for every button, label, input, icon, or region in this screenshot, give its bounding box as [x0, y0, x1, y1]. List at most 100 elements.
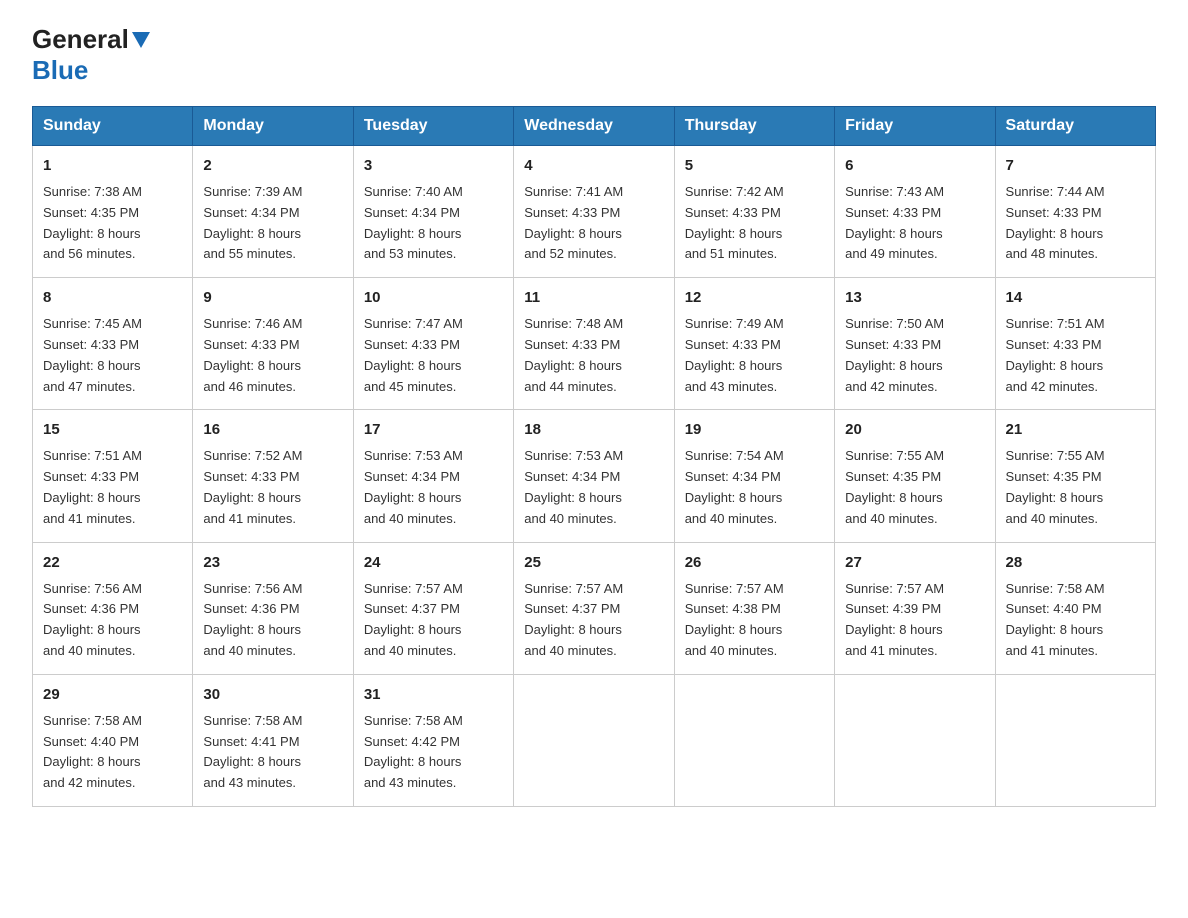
calendar-day-cell: 12 Sunrise: 7:49 AMSunset: 4:33 PMDayligh… [674, 278, 834, 410]
day-info: Sunrise: 7:53 AMSunset: 4:34 PMDaylight:… [524, 448, 623, 525]
day-number: 25 [524, 551, 663, 575]
day-info: Sunrise: 7:42 AMSunset: 4:33 PMDaylight:… [685, 184, 784, 261]
day-number: 22 [43, 551, 182, 575]
day-header-monday: Monday [193, 107, 353, 146]
day-number: 12 [685, 286, 824, 310]
calendar-day-cell: 18 Sunrise: 7:53 AMSunset: 4:34 PMDayligh… [514, 410, 674, 542]
calendar-week-row: 29 Sunrise: 7:58 AMSunset: 4:40 PMDayligh… [33, 674, 1156, 806]
calendar-day-cell: 14 Sunrise: 7:51 AMSunset: 4:33 PMDayligh… [995, 278, 1155, 410]
day-number: 13 [845, 286, 984, 310]
day-info: Sunrise: 7:58 AMSunset: 4:40 PMDaylight:… [1006, 581, 1105, 658]
calendar-day-cell: 31Sunrise: 7:58 AMSunset: 4:42 PMDayligh… [353, 674, 513, 806]
day-number: 5 [685, 154, 824, 178]
calendar-day-cell: 29 Sunrise: 7:58 AMSunset: 4:40 PMDayligh… [33, 674, 193, 806]
calendar-week-row: 22 Sunrise: 7:56 AMSunset: 4:36 PMDayligh… [33, 542, 1156, 674]
day-info: Sunrise: 7:46 AMSunset: 4:33 PMDaylight:… [203, 316, 302, 393]
day-info: Sunrise: 7:57 AMSunset: 4:39 PMDaylight:… [845, 581, 944, 658]
calendar-day-cell: 11 Sunrise: 7:48 AMSunset: 4:33 PMDayligh… [514, 278, 674, 410]
calendar-week-row: 1Sunrise: 7:38 AMSunset: 4:35 PMDaylight… [33, 146, 1156, 278]
day-number: 30 [203, 683, 342, 707]
day-info: Sunrise: 7:39 AMSunset: 4:34 PMDaylight:… [203, 184, 302, 261]
day-info: Sunrise: 7:41 AMSunset: 4:33 PMDaylight:… [524, 184, 623, 261]
calendar-header-row: SundayMondayTuesdayWednesdayThursdayFrid… [33, 107, 1156, 146]
calendar-day-cell: 22 Sunrise: 7:56 AMSunset: 4:36 PMDayligh… [33, 542, 193, 674]
calendar-week-row: 8 Sunrise: 7:45 AMSunset: 4:33 PMDaylight… [33, 278, 1156, 410]
day-info: Sunrise: 7:38 AMSunset: 4:35 PMDaylight:… [43, 184, 142, 261]
day-info: Sunrise: 7:51 AMSunset: 4:33 PMDaylight:… [1006, 316, 1105, 393]
day-number: 9 [203, 286, 342, 310]
calendar-day-cell: 8 Sunrise: 7:45 AMSunset: 4:33 PMDaylight… [33, 278, 193, 410]
day-info: Sunrise: 7:48 AMSunset: 4:33 PMDaylight:… [524, 316, 623, 393]
day-info: Sunrise: 7:58 AMSunset: 4:40 PMDaylight:… [43, 713, 142, 790]
day-info: Sunrise: 7:55 AMSunset: 4:35 PMDaylight:… [1006, 448, 1105, 525]
day-info: Sunrise: 7:44 AMSunset: 4:33 PMDaylight:… [1006, 184, 1105, 261]
logo-arrow-icon [132, 32, 150, 48]
calendar-day-cell: 16 Sunrise: 7:52 AMSunset: 4:33 PMDayligh… [193, 410, 353, 542]
day-number: 20 [845, 418, 984, 442]
day-number: 21 [1006, 418, 1145, 442]
day-number: 11 [524, 286, 663, 310]
day-number: 17 [364, 418, 503, 442]
day-number: 26 [685, 551, 824, 575]
calendar-week-row: 15 Sunrise: 7:51 AMSunset: 4:33 PMDayligh… [33, 410, 1156, 542]
logo-blue-text: Blue [32, 55, 88, 86]
calendar-day-cell: 10Sunrise: 7:47 AMSunset: 4:33 PMDayligh… [353, 278, 513, 410]
day-info: Sunrise: 7:56 AMSunset: 4:36 PMDaylight:… [43, 581, 142, 658]
empty-cell [514, 674, 674, 806]
day-info: Sunrise: 7:57 AMSunset: 4:38 PMDaylight:… [685, 581, 784, 658]
day-info: Sunrise: 7:49 AMSunset: 4:33 PMDaylight:… [685, 316, 784, 393]
calendar-day-cell: 13 Sunrise: 7:50 AMSunset: 4:33 PMDayligh… [835, 278, 995, 410]
day-header-friday: Friday [835, 107, 995, 146]
day-info: Sunrise: 7:55 AMSunset: 4:35 PMDaylight:… [845, 448, 944, 525]
day-number: 27 [845, 551, 984, 575]
calendar-day-cell: 17 Sunrise: 7:53 AMSunset: 4:34 PMDayligh… [353, 410, 513, 542]
calendar-day-cell: 23 Sunrise: 7:56 AMSunset: 4:36 PMDayligh… [193, 542, 353, 674]
day-number: 7 [1006, 154, 1145, 178]
calendar-day-cell: 15 Sunrise: 7:51 AMSunset: 4:33 PMDayligh… [33, 410, 193, 542]
calendar-day-cell: 2 Sunrise: 7:39 AMSunset: 4:34 PMDaylight… [193, 146, 353, 278]
day-info: Sunrise: 7:56 AMSunset: 4:36 PMDaylight:… [203, 581, 302, 658]
day-header-thursday: Thursday [674, 107, 834, 146]
calendar-day-cell: 9 Sunrise: 7:46 AMSunset: 4:33 PMDaylight… [193, 278, 353, 410]
empty-cell [674, 674, 834, 806]
logo: General Blue [32, 24, 150, 86]
day-info: Sunrise: 7:53 AMSunset: 4:34 PMDaylight:… [364, 448, 463, 525]
day-number: 31 [364, 683, 503, 707]
logo-general-text: General [32, 24, 129, 55]
day-number: 29 [43, 683, 182, 707]
day-number: 2 [203, 154, 342, 178]
calendar-day-cell: 20 Sunrise: 7:55 AMSunset: 4:35 PMDayligh… [835, 410, 995, 542]
calendar-day-cell: 5 Sunrise: 7:42 AMSunset: 4:33 PMDaylight… [674, 146, 834, 278]
calendar-day-cell: 7 Sunrise: 7:44 AMSunset: 4:33 PMDaylight… [995, 146, 1155, 278]
day-number: 23 [203, 551, 342, 575]
day-info: Sunrise: 7:51 AMSunset: 4:33 PMDaylight:… [43, 448, 142, 525]
day-number: 8 [43, 286, 182, 310]
day-info: Sunrise: 7:57 AMSunset: 4:37 PMDaylight:… [364, 581, 463, 658]
day-number: 3 [364, 154, 503, 178]
day-number: 15 [43, 418, 182, 442]
calendar-day-cell: 26 Sunrise: 7:57 AMSunset: 4:38 PMDayligh… [674, 542, 834, 674]
day-number: 16 [203, 418, 342, 442]
day-header-saturday: Saturday [995, 107, 1155, 146]
day-number: 4 [524, 154, 663, 178]
day-info: Sunrise: 7:52 AMSunset: 4:33 PMDaylight:… [203, 448, 302, 525]
calendar-day-cell: 21 Sunrise: 7:55 AMSunset: 4:35 PMDayligh… [995, 410, 1155, 542]
calendar-day-cell: 27 Sunrise: 7:57 AMSunset: 4:39 PMDayligh… [835, 542, 995, 674]
day-number: 19 [685, 418, 824, 442]
day-header-sunday: Sunday [33, 107, 193, 146]
day-info: Sunrise: 7:50 AMSunset: 4:33 PMDaylight:… [845, 316, 944, 393]
day-info: Sunrise: 7:45 AMSunset: 4:33 PMDaylight:… [43, 316, 142, 393]
calendar-table: SundayMondayTuesdayWednesdayThursdayFrid… [32, 106, 1156, 807]
empty-cell [995, 674, 1155, 806]
calendar-day-cell: 3 Sunrise: 7:40 AMSunset: 4:34 PMDaylight… [353, 146, 513, 278]
day-number: 14 [1006, 286, 1145, 310]
day-info: Sunrise: 7:40 AMSunset: 4:34 PMDaylight:… [364, 184, 463, 261]
day-number: 6 [845, 154, 984, 178]
calendar-day-cell: 6Sunrise: 7:43 AMSunset: 4:33 PMDaylight… [835, 146, 995, 278]
day-number: 24 [364, 551, 503, 575]
empty-cell [835, 674, 995, 806]
day-number: 28 [1006, 551, 1145, 575]
day-header-tuesday: Tuesday [353, 107, 513, 146]
day-number: 18 [524, 418, 663, 442]
day-info: Sunrise: 7:58 AMSunset: 4:41 PMDaylight:… [203, 713, 302, 790]
